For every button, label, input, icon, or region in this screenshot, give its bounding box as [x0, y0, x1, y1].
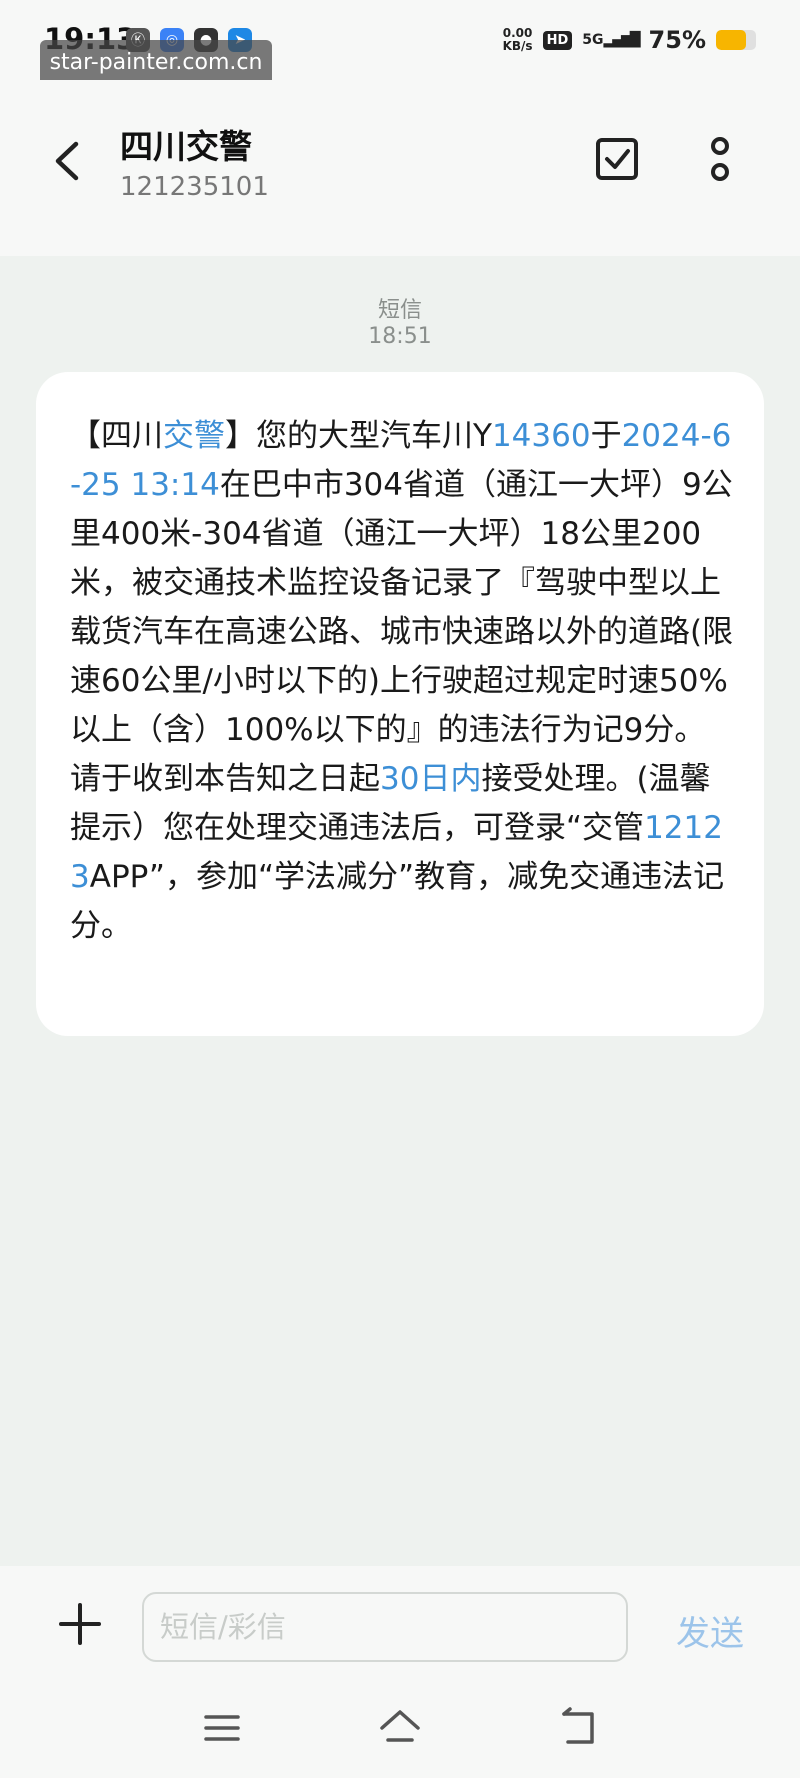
status-right: 0.00 KB/s HD 5G▂▄▆█ 75% [503, 26, 756, 54]
back-arrow-icon[interactable] [44, 136, 94, 186]
text-segment: APP”，参加“学法减分”教育，减免交通违法记分。 [70, 859, 725, 944]
net-speed-unit: KB/s [502, 39, 533, 53]
conversation-header: 四川交警 121235101 [0, 80, 800, 256]
message-type-label: 短信 [377, 298, 422, 323]
hd-icon: HD [542, 30, 573, 50]
message-input[interactable]: 短信/彩信 [142, 1592, 628, 1662]
add-attachment-icon[interactable] [58, 1602, 102, 1646]
compose-bar: 短信/彩信 发送 [0, 1566, 800, 1686]
battery-fill [716, 30, 746, 50]
battery-percent: 75% [648, 26, 706, 54]
message-timestamp: 18:51 [368, 324, 432, 349]
number-link[interactable]: 14360 [492, 418, 591, 454]
send-button[interactable]: 发送 [676, 1606, 744, 1655]
menu-icon[interactable] [200, 1706, 244, 1750]
back-nav-icon[interactable] [556, 1706, 600, 1750]
multi-select-icon[interactable] [590, 132, 646, 188]
message-text: 【四川交警】您的大型汽车川Y14360于2024-6-25 13:14在巴中市3… [70, 412, 736, 951]
text-segment: 于 [590, 418, 622, 454]
net-speed: 0.00 KB/s [503, 27, 533, 53]
signal-label: 5G [582, 32, 604, 48]
more-options-icon[interactable] [696, 132, 744, 188]
battery-icon [716, 30, 756, 50]
text-segment: 在巴中市304省道（通江一大坪）9公里400米-304省道（通江一大坪）18公里… [70, 467, 734, 797]
text-segment: 】您的大型汽车川Y [225, 418, 492, 454]
message-bubble[interactable]: 【四川交警】您的大型汽车川Y14360于2024-6-25 13:14在巴中市3… [36, 372, 764, 1036]
contact-name: 四川交警 [120, 127, 252, 166]
signal-icon: 5G▂▄▆█ [582, 32, 640, 48]
system-nav-bar [0, 1686, 800, 1778]
deadline-link[interactable]: 30日内 [380, 761, 481, 797]
home-icon[interactable] [378, 1706, 422, 1750]
contact-number: 121235101 [120, 172, 269, 202]
keyword-link[interactable]: 交警 [163, 418, 225, 454]
text-segment: 【四川 [70, 418, 163, 454]
